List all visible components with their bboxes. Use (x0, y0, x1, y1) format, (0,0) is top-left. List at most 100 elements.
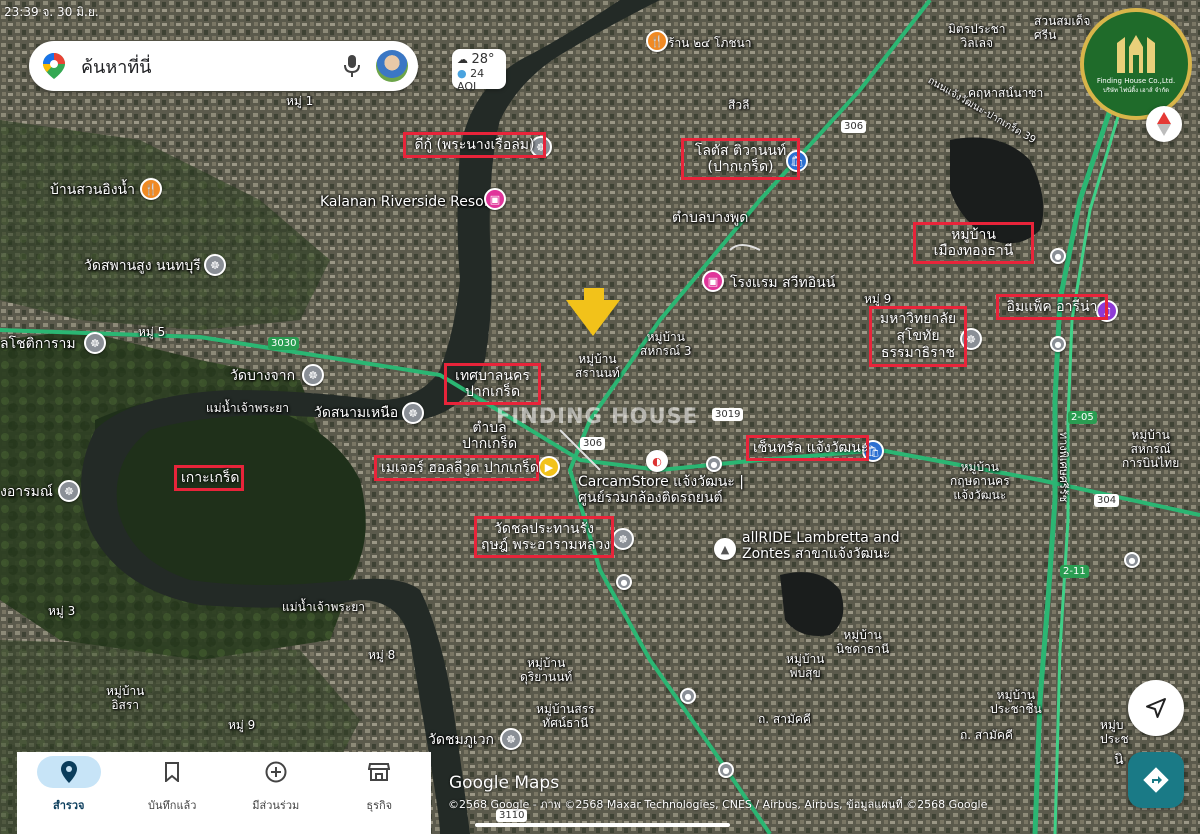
logo-subname: บริษัท ไฟน์ดิ้ง เฮาส์ จำกัด (1102, 87, 1169, 94)
map-label[interactable]: วัดชมภูเวก (428, 732, 494, 748)
map-label: ถ. สามัคคี (960, 728, 1013, 742)
temple-icon[interactable]: ☸ (204, 254, 226, 276)
map-label[interactable]: ร้าน ๒๔ โภชนา (668, 36, 751, 50)
bookmark-icon (140, 756, 204, 788)
nav-saved[interactable]: บันทึกแล้ว (127, 756, 217, 814)
map-label: หมู่บ้าน ดุริยานนท์ (520, 656, 573, 684)
map-label: สีวลี (728, 98, 750, 112)
transit-station-icon[interactable]: ● (680, 688, 696, 704)
highlight-stou[interactable]: มหาวิทยาลัย สุโขทัย ธรรมาธิราช (869, 306, 967, 367)
map-label: หมู่บ้าน ประชาชื่น (990, 688, 1042, 716)
highlight-koh-kret[interactable]: เกาะเกร็ด (174, 465, 244, 491)
transit-station-icon[interactable]: ● (1050, 336, 1066, 352)
directions-icon (1143, 767, 1169, 793)
add-circle-icon (244, 756, 308, 788)
highlight-lotus[interactable]: โลตัส ติวานนท์ (ปากเกร็ด) (681, 138, 800, 180)
weather-chip[interactable]: ☁ 28° ● 24 AQI (452, 49, 506, 93)
microphone-icon[interactable] (340, 54, 364, 78)
map-label[interactable]: วัดสพานสูง นนทบุรี (84, 258, 201, 274)
map-label: หมู่ 9 (864, 292, 892, 306)
navigation-arrow-icon (1146, 698, 1166, 718)
weather-temp: 28° (471, 52, 495, 67)
highlight-dikoo[interactable]: ดีกู้ (พระนางเรือล่ม) (403, 132, 546, 158)
map-label: หมู่ 3 (48, 604, 76, 618)
transit-station-icon[interactable]: ● (1124, 552, 1140, 568)
status-bar-time: 23:39 จ. 30 มิ.ย. (4, 5, 99, 19)
road-shield: 306 (841, 120, 867, 133)
temple-icon[interactable]: ☸ (402, 402, 424, 424)
home-indicator (475, 823, 730, 827)
road-shield: 3030 (268, 337, 300, 350)
nav-explore[interactable]: สำรวจ (24, 756, 114, 814)
map-label: ทางพิเศษศรีรัช (1057, 431, 1071, 503)
transit-station-icon[interactable]: ● (1050, 248, 1066, 264)
temple-icon[interactable]: ☸ (84, 332, 106, 354)
bottom-navigation: สำรวจ บันทึกแล้ว มีส่วนร่วม ธุรกิจ (17, 752, 431, 834)
google-maps-brand: Google Maps (449, 773, 560, 793)
map-label: หมู่บ ประช (1100, 718, 1129, 746)
temple-icon[interactable]: ☸ (500, 728, 522, 750)
map-label: นิ (1114, 752, 1124, 768)
map-label[interactable]: วัดสนามเหนือ (314, 405, 398, 421)
map-label: หมู่บ้าน นิชดาธานี (836, 628, 890, 656)
nav-label: มีส่วนร่วม (252, 799, 300, 812)
map-label: ตำบลบางพูด (672, 210, 749, 226)
restaurant-icon[interactable]: 🍴 (646, 30, 668, 52)
map-label[interactable]: โรงแรม สวีทอินน์ (730, 275, 835, 291)
map-label[interactable]: วัดบางจาก (230, 368, 295, 384)
map-label: หมู่บ้าน สหกรณ์ การบินไทย (1122, 428, 1180, 470)
satellite-map[interactable]: 23:39 จ. 30 มิ.ย. FINDING HOUSE ร้าน ๒๔ … (0, 0, 1200, 834)
nav-label: บันทึกแล้ว (148, 799, 197, 812)
store-icon[interactable]: ▲ (714, 538, 736, 560)
map-label: หมู่บ้าน กฤษดานคร แจ้งวัฒนะ (950, 460, 1010, 502)
map-label[interactable]: งอารมณ์ (0, 484, 53, 500)
road-shield: 304 (1094, 494, 1120, 507)
transit-station-icon[interactable]: ● (616, 574, 632, 590)
map-label: หมู่บ้าน อิสรา (106, 684, 145, 712)
directions-button[interactable] (1128, 752, 1184, 808)
highlight-mueang-thong[interactable]: หมู่บ้าน เมืองทองธานี (913, 222, 1034, 264)
map-attribution: ©2568 Google - ภาพ ©2568 Maxar Technolog… (448, 798, 988, 811)
google-maps-pin-icon (43, 53, 65, 79)
map-label[interactable]: allRIDE Lambretta and Zontes สาขาแจ้งวัฒ… (742, 530, 900, 562)
map-label[interactable]: CarcamStore แจ้งวัฒนะ | ศูนย์รวมกล้องติด… (578, 474, 744, 506)
nav-label: สำรวจ (53, 799, 85, 812)
transit-station-icon[interactable]: ● (718, 762, 734, 778)
road-shield: 3019 (712, 408, 744, 421)
hotel-icon[interactable]: ▣ (484, 188, 506, 210)
map-label: มิตรประชา วิลเลจ (948, 22, 1006, 50)
map-label: หมู่บ้านสรร ทัศน์ธานี (536, 702, 595, 730)
search-bar[interactable]: ค้นหาที่นี่ (29, 41, 418, 91)
compass-button[interactable] (1146, 106, 1182, 142)
my-location-button[interactable] (1128, 680, 1184, 736)
temple-icon[interactable]: ☸ (612, 528, 634, 550)
temple-icon[interactable]: ☸ (302, 364, 324, 386)
store-icon[interactable]: ◐ (646, 450, 668, 472)
map-label: แม่น้ำเจ้าพระยา (206, 401, 290, 415)
map-label: แม่น้ำเจ้าพระยา (282, 600, 366, 614)
restaurant-icon[interactable]: 🍴 (140, 178, 162, 200)
highlight-major[interactable]: เมเจอร์ ฮอลลีวูด ปากเกร็ด (374, 455, 539, 481)
highlight-central[interactable]: เซ็นทรัล แจ้งวัฒนะ (746, 435, 869, 461)
aqi-dot-icon: ● (457, 67, 467, 80)
map-label[interactable]: Kalanan Riverside Resort (320, 194, 495, 210)
cinema-icon[interactable]: ▶ (538, 456, 560, 478)
highlight-impact[interactable]: อิมแพ็ค อารีน่า (996, 294, 1108, 320)
house-logo-icon (1117, 35, 1155, 73)
map-label: หมู่บ้าน สรานนท์ (575, 352, 620, 380)
nav-contribute[interactable]: มีส่วนร่วม (231, 756, 321, 814)
search-input[interactable]: ค้นหาที่นี่ (81, 52, 340, 81)
temple-icon[interactable]: ☸ (58, 480, 80, 502)
map-label: หมู่บ้าน สหกรณ์ 3 (640, 330, 692, 358)
nav-label: ธุรกิจ (366, 799, 393, 812)
nav-business[interactable]: ธุรกิจ (334, 756, 424, 814)
hotel-icon[interactable]: ▣ (702, 270, 724, 292)
map-label[interactable]: บ้านสวนอิงน้ำ (50, 182, 135, 198)
map-label: หมู่ 1 (286, 94, 314, 108)
road-shield: 2-05 (1068, 411, 1097, 424)
avatar[interactable] (376, 50, 408, 82)
transit-station-icon[interactable]: ● (706, 456, 722, 472)
highlight-municipality[interactable]: เทศบาลนคร ปากเกร็ด (444, 363, 541, 405)
map-label[interactable]: ลโชติการาม (0, 336, 76, 352)
highlight-wat-chonprathan[interactable]: วัดชลประทานรัง ฤษฎ์ พระอารามหลวง (474, 516, 614, 558)
